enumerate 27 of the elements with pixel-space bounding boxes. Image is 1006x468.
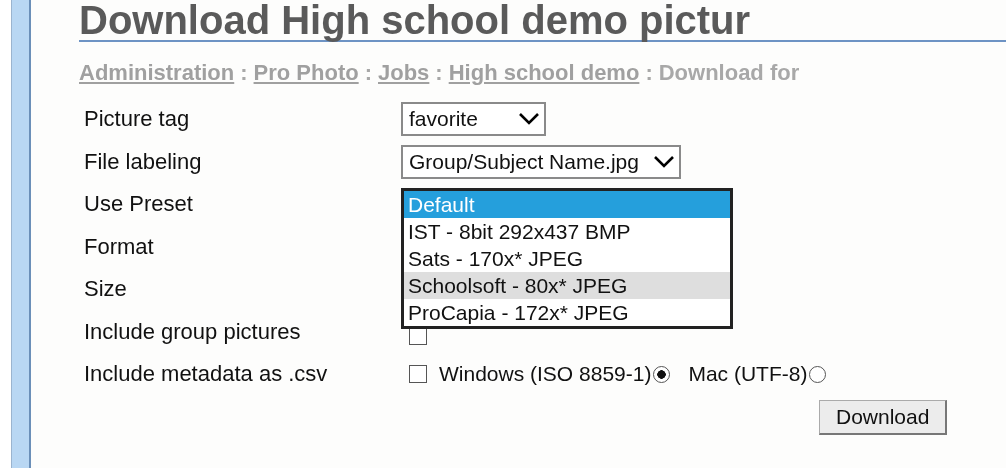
field-label: File labeling (84, 148, 203, 175)
field-label: Size (84, 276, 128, 303)
breadcrumb-separator: : (240, 60, 248, 86)
field-label: Use Preset (84, 191, 194, 218)
breadcrumb-separator: : (435, 60, 443, 86)
dropdown-option[interactable]: Sats - 170x* JPEG (404, 245, 730, 273)
dropdown-option[interactable]: IST - 8bit 292x437 BMP (404, 218, 730, 246)
field-label: Picture tag (84, 106, 191, 133)
dropdown-field[interactable]: favorite (401, 102, 546, 137)
checkbox[interactable] (409, 365, 427, 384)
breadcrumb-separator: : (364, 60, 372, 86)
radio-button[interactable] (809, 365, 827, 383)
chevron-down-icon (517, 112, 540, 127)
field-label: Include metadata as .csv (84, 361, 329, 388)
radio-label: Mac (UTF-8) (688, 362, 808, 387)
download-button[interactable]: Download (819, 399, 948, 435)
breadcrumb-separator: : (645, 60, 653, 86)
page-title: Download High school demo pictur (79, 0, 752, 40)
radio-button[interactable] (653, 365, 671, 383)
breadcrumb-current: Download for (658, 60, 800, 86)
dropdown-field[interactable]: Group/Subject Name.jpg (401, 144, 681, 179)
radio-label: Windows (ISO 8859-1) (439, 362, 652, 387)
field-label: Format (84, 233, 155, 260)
dropdown-option[interactable]: Schoolsoft - 80x* JPEG (404, 272, 730, 300)
chevron-down-icon (652, 154, 675, 169)
dropdown-option[interactable]: ProCapia - 172x* JPEG (404, 299, 730, 327)
field-label: Include group pictures (84, 318, 302, 345)
